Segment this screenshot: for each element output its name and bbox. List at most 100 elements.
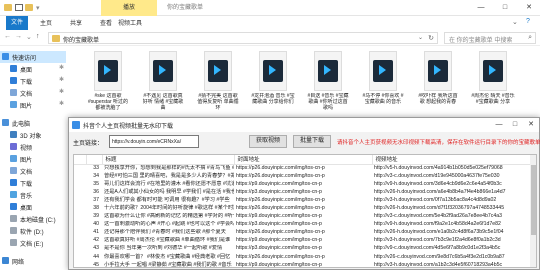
video-file[interactable]: #ske 这首歌 #superstar 听过的都被洗脑了 (86, 47, 130, 111)
column-header-video[interactable]: 视频地址 (372, 155, 536, 165)
sidebar-item[interactable]: 图片 ✱ (0, 99, 66, 111)
table-header: 标题 封面地址 视频地址 (74, 155, 536, 165)
homepage-url-input[interactable] (109, 135, 199, 148)
table-row[interactable]: 41 还记得那个陪伴我们 #青春时 #我们这些歌 #那个夏天 https://p26… (74, 229, 536, 237)
dialog-maximize-button[interactable]: □ (507, 118, 523, 132)
video-file[interactable]: #龙井泡酒 音乐 #宝藏歌曲 分享给你们 (251, 47, 295, 109)
address-bar[interactable]: 你的宝藏歌单 ⌄ ↻ (48, 32, 438, 44)
folder-icon[interactable] (4, 4, 12, 11)
sidebar-item[interactable]: 文档 ✱ (0, 87, 66, 99)
sidebar-item[interactable]: 图片 (0, 153, 66, 165)
video-file[interactable]: #目送 #音乐 #宝藏歌曲 #你听过这首歌吗 (306, 47, 350, 111)
sidebar-item[interactable]: 桌面 ✱ (0, 63, 66, 75)
video-file-icon (369, 51, 397, 91)
context-tab-play[interactable]: 播放 (101, 0, 157, 16)
sidebar-item[interactable]: 网络 (0, 255, 66, 267)
up-arrow-icon[interactable]: ↑ (36, 33, 40, 40)
row-header-cell (74, 188, 86, 196)
video-file[interactable]: #马不停 #你喜欢 #宝藏歌曲 的音乐 (361, 47, 405, 109)
sidebar-item[interactable]: 本地磁盘 (C:) (0, 213, 66, 225)
table-row[interactable]: 33 只想独享开你，恐想到我是那样的#氏太不搞 #青鸟飞鱼 #仙师啼佳https:… (74, 164, 536, 172)
column-header-index[interactable] (86, 155, 103, 165)
table-row[interactable]: 42 这首歌真好听 #周杰伦 #宝藏歌曲 #单曲循环 #我们是谁 https://p… (74, 237, 536, 245)
dialog-minimize-button[interactable]: — (491, 118, 507, 132)
sidebar-item[interactable]: 下载 (0, 177, 66, 189)
tab-view[interactable]: 查看 (100, 18, 112, 27)
sidebar-item-label: 下载 (20, 80, 33, 86)
row-header-cell (74, 245, 86, 253)
refresh-icon[interactable]: ↻ (428, 34, 434, 42)
sidebar-item-label: 图片 (20, 104, 33, 110)
video-file[interactable]: #不遇见 这首歌真好听 情绪 #宝藏歌曲 (141, 47, 185, 111)
quick-access-dropdown-icon[interactable]: ▾ (36, 4, 40, 12)
recent-locations-icon[interactable]: ⌄ (26, 33, 32, 41)
film-icon (483, 60, 503, 82)
table-row[interactable]: 36 还是A人们或其小仙女的吗 我明早 #学我们 #是在活 #我也是 https:/… (74, 188, 536, 196)
row-header-cell (74, 204, 86, 212)
tab-share[interactable]: 共享 (70, 18, 82, 27)
sidebar-item-label: 3D 对象 (20, 134, 42, 140)
tab-video-tools[interactable]: 视频工具 (118, 18, 142, 27)
dialog-title-bar: 抖音个人主页视频批量无水印下载 — □ ✕ (69, 118, 539, 132)
sidebar-item-label: 图片 (20, 158, 33, 164)
play-icon (269, 65, 276, 75)
video-table[interactable]: 标题 封面地址 视频地址 33 只想独享开你，恐想到我是那样的#氏太不搞 #青鸟飞… (73, 154, 537, 268)
tab-file[interactable]: 文件 (6, 16, 29, 30)
table-row[interactable]: 38 十六年前的歌？2004年时间的好听旋律 #歌这样 #某个时期相当流https… (74, 204, 536, 212)
video-file[interactable]: #周杰伦 晴天 #音乐 #宝藏歌曲 分享 (471, 47, 515, 109)
search-box[interactable]: 在 你的宝藏歌单 中搜索 ⌕ (444, 32, 536, 44)
dialog-close-button[interactable]: ✕ (523, 118, 539, 132)
url-label: 主页链接： (73, 141, 104, 147)
batch-download-button[interactable]: 批量下载 (293, 135, 331, 148)
row-header-cell (74, 172, 86, 180)
sidebar-item[interactable]: 下载 ✱ (0, 75, 66, 87)
row-index: 42 (93, 237, 99, 244)
star-icon (2, 53, 9, 60)
video-file[interactable]: #猜不完美 这首歌值得反复听 单曲循环 (196, 47, 240, 111)
fetch-videos-button[interactable]: 获取视频 (249, 135, 287, 148)
video-file[interactable]: #吹吓样 我听这首歌 想起我的青春 (416, 47, 460, 109)
address-dropdown-icon[interactable]: ⌄ (418, 34, 423, 41)
table-row[interactable]: 40 这一首刺激动听的心声 #开心 #起跳 #也可以这个 #学会吗 https://… (74, 221, 536, 229)
minimize-button[interactable]: — (470, 0, 492, 16)
table-row[interactable]: 45 小手拉大手 一起唱 #梁静茹 #宝藏歌曲 #我们的歌 #音乐 https://… (74, 261, 536, 268)
table-row[interactable]: 34 曾经#可怕三国 里的晴喜吧，我是是多少人的青春梦？#郑智 #王https:/… (74, 172, 536, 180)
column-header-title[interactable]: 标题 (102, 155, 235, 165)
pictures-icon (10, 155, 17, 162)
forward-arrow-icon[interactable]: → (15, 33, 22, 40)
sidebar-item[interactable]: 软件 (D:) (0, 225, 66, 237)
play-icon (379, 65, 386, 75)
close-button[interactable]: ✕ (518, 0, 540, 16)
sidebar-item[interactable]: 视频 (0, 141, 66, 153)
address-row: ← → ⌄ ↑ 你的宝藏歌单 ⌄ ↻ 在 你的宝藏歌单 中搜索 ⌕ (0, 30, 540, 46)
table-row[interactable]: 39 这首歌为什么让你 #高刷新的记忆 的精选第 #学对的 #听一 https://… (74, 213, 536, 221)
row-index: 38 (93, 205, 99, 212)
row-header-cell (74, 237, 86, 245)
tab-home[interactable]: 主页 (40, 18, 52, 27)
sidebar-item-label: 快速访问 (12, 56, 37, 62)
help-icon[interactable]: ? (526, 18, 530, 25)
maximize-button[interactable]: □ (494, 0, 516, 16)
new-folder-icon[interactable] (25, 4, 33, 11)
back-arrow-icon[interactable]: ← (4, 33, 11, 40)
column-header-cover[interactable]: 封面地址 (234, 155, 373, 165)
table-row[interactable]: 44 你最喜欢哪一首？ #林俊杰 #宝藏歌曲 #经典老歌 #回忆 https://p… (74, 253, 536, 261)
sidebar-item[interactable]: 文档 (E:) (0, 237, 66, 249)
table-row[interactable]: 35 哥儿们这样会流行 #在地里的灌木 #看你还愿不愿意 #坑道合 https://… (74, 180, 536, 188)
chevron-down-icon[interactable]: ⌄ (512, 18, 518, 26)
3d-objects-icon (10, 131, 17, 138)
vertical-scrollbar[interactable] (530, 155, 536, 267)
sidebar-item[interactable]: 音乐 (0, 189, 66, 201)
sidebar-item[interactable]: 桌面 (0, 201, 66, 213)
table-row[interactable]: 37 还有我们学会 都有时可能 可调用 很有趣？#学习 #学些 https://p2… (74, 196, 536, 204)
sidebar-item[interactable]: 3D 对象 (0, 129, 66, 141)
cover-url-cell: https://p3.douyinpic.com/img/tos-cn-p (236, 245, 322, 252)
sidebar-item[interactable]: 快速访问 (0, 51, 66, 63)
table-row[interactable]: 43 是不是你 当年第一次听到 #刘德华 #一起听歌 #爱情 https://p3.… (74, 245, 536, 253)
cover-url-cell: https://p3.douyinpic.com/img/tos-cn-p (236, 221, 322, 228)
row-index: 45 (93, 261, 99, 268)
properties-icon[interactable] (15, 4, 23, 11)
sidebar-item-label: 视频 (20, 146, 33, 152)
sidebar-item[interactable]: 文档 (0, 165, 66, 177)
sidebar-item[interactable]: 此电脑 (0, 117, 66, 129)
